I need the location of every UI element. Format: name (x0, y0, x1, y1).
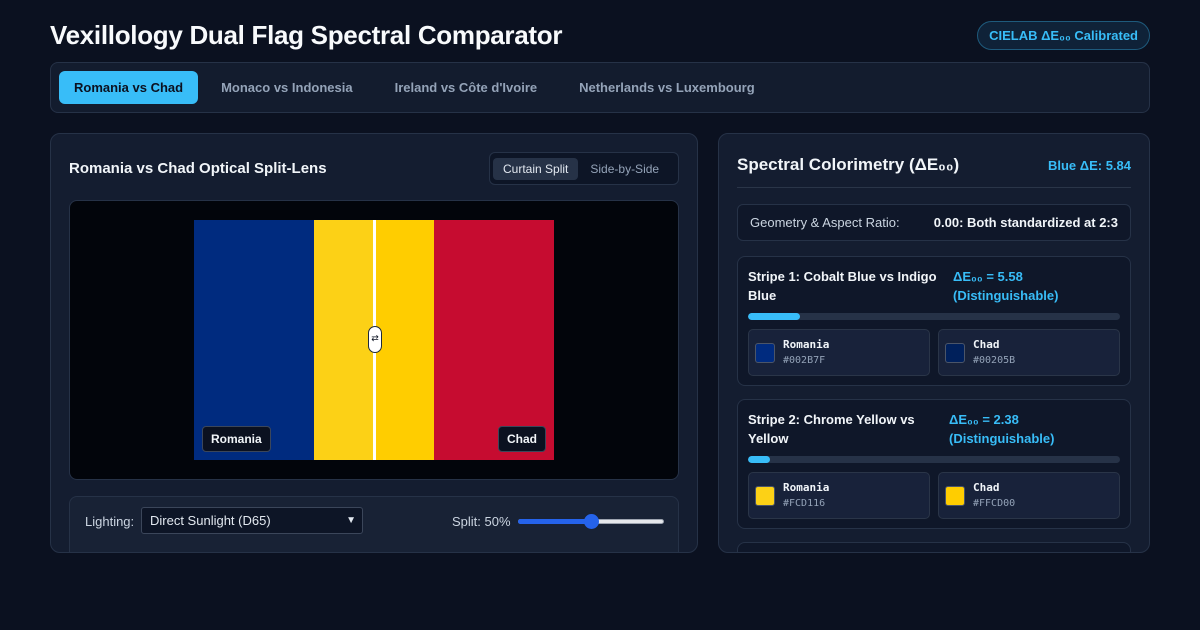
tab-ireland-vs-cote-divoire[interactable]: Ireland vs Côte d'Ivoire (376, 71, 557, 104)
stripe-name: Stripe 1: Cobalt Blue vs Indigo Blue (748, 269, 937, 303)
chip-country: Chad (973, 481, 1000, 494)
geometry-row: Geometry & Aspect Ratio: 0.00: Both stan… (737, 204, 1131, 241)
blue-delta-readout: Blue ΔE: 5.84 (1047, 158, 1131, 173)
right-flag-label: Chad (498, 426, 546, 452)
color-swatch (945, 343, 965, 363)
slider-fill (518, 519, 591, 524)
split-slider[interactable] (518, 514, 664, 529)
flag-stripe-4 (434, 220, 554, 460)
delta-bar-fill (748, 456, 771, 463)
divider (737, 187, 1131, 188)
flag-stripe-1 (194, 220, 314, 460)
color-swatch (945, 486, 965, 506)
stripe-card-1: Stripe 1: Cobalt Blue vs Indigo Blue ΔE₀… (737, 256, 1131, 386)
chip-hex: #FCD116 (783, 498, 826, 509)
color-chip-chad: Chad #00205B (938, 329, 1120, 376)
lighting-select[interactable]: Direct Sunlight (D65) ▼ (141, 507, 363, 534)
chip-country: Chad (973, 338, 1000, 351)
stripe-delta: ΔE₀₀ = 5.58 (Distinguishable) (953, 269, 1059, 303)
side-by-side-button[interactable]: Side-by-Side (582, 158, 667, 180)
split-flag-preview[interactable]: ⇄ Romania Chad (194, 220, 554, 460)
split-handle-icon[interactable]: ⇄ (368, 326, 382, 353)
lighting-label: Lighting: (85, 514, 135, 529)
tab-romania-vs-chad[interactable]: Romania vs Chad (59, 71, 199, 104)
stripe-card-2: Stripe 2: Chrome Yellow vs Yellow ΔE₀₀ =… (737, 399, 1131, 529)
chip-country: Romania (783, 481, 830, 494)
flag-stripe-2 (314, 220, 373, 460)
stripe-card-3 (737, 542, 1131, 552)
chevron-down-icon: ▼ (346, 515, 356, 526)
color-chip-romania: Romania #FCD116 (748, 472, 930, 519)
left-flag-label: Romania (202, 426, 271, 452)
lens-title: Romania vs Chad Optical Split-Lens (69, 160, 327, 177)
split-label: Split: 50% (452, 514, 511, 529)
stripe-name: Stripe 2: Chrome Yellow vs Yellow (748, 412, 915, 446)
color-chip-chad: Chad #FFCD00 (938, 472, 1120, 519)
geometry-label: Geometry & Aspect Ratio: (750, 215, 900, 230)
comparison-tabs: Romania vs Chad Monaco vs Indonesia Irel… (50, 62, 1150, 113)
chip-hex: #FFCD00 (973, 498, 1016, 509)
split-lens-panel: Romania vs Chad Optical Split-Lens Curta… (50, 133, 698, 553)
spectral-panel: Spectral Colorimetry (ΔE₀₀) Blue ΔE: 5.8… (718, 133, 1150, 553)
lighting-select-value: Direct Sunlight (D65) (150, 513, 271, 528)
chip-hex: #002B7F (783, 355, 826, 366)
delta-bar (748, 456, 1120, 463)
curtain-split-button[interactable]: Curtain Split (493, 157, 579, 180)
color-chip-romania: Romania #002B7F (748, 329, 930, 376)
chip-hex: #00205B (973, 355, 1016, 366)
flag-stage: ⇄ Romania Chad (69, 200, 679, 480)
tab-netherlands-vs-luxembourg[interactable]: Netherlands vs Luxembourg (560, 71, 774, 104)
page-title: Vexillology Dual Flag Spectral Comparato… (50, 20, 563, 50)
color-swatch (755, 486, 775, 506)
tab-monaco-vs-indonesia[interactable]: Monaco vs Indonesia (202, 71, 371, 104)
view-mode-toggle: Curtain Split Side-by-Side (489, 152, 679, 185)
calibration-badge: CIELAB ΔE₀₀ Calibrated (977, 21, 1150, 50)
color-swatch (755, 343, 775, 363)
flag-stripe-3 (373, 220, 434, 460)
geometry-value: 0.00: Both standardized at 2:3 (933, 215, 1118, 230)
chip-country: Romania (783, 338, 830, 351)
lens-controls: Lighting: Direct Sunlight (D65) ▼ Split:… (69, 496, 679, 552)
slider-thumb[interactable] (584, 514, 599, 529)
spectral-title: Spectral Colorimetry (ΔE₀₀) (737, 155, 960, 174)
delta-bar (748, 313, 1120, 320)
stripe-delta: ΔE₀₀ = 2.38 (Distinguishable) (949, 412, 1055, 446)
delta-bar-fill (748, 313, 801, 320)
